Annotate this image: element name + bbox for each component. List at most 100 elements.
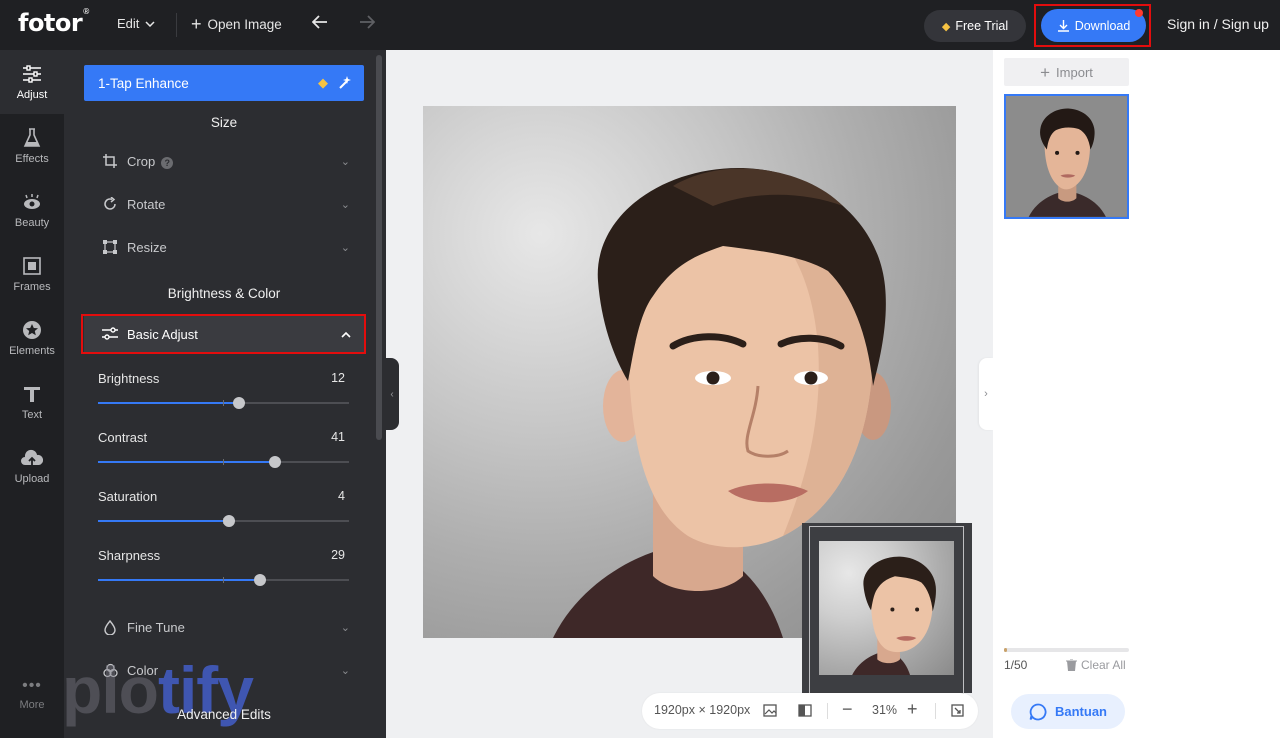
rail-item-elements[interactable]: Elements bbox=[0, 306, 64, 370]
slider-track[interactable] bbox=[98, 515, 349, 527]
slider-value: 4 bbox=[338, 489, 345, 503]
redo-button[interactable] bbox=[359, 13, 376, 33]
import-label: Import bbox=[1056, 64, 1093, 80]
diamond-icon: ◆ bbox=[941, 20, 951, 33]
storage-progress-bar bbox=[1004, 648, 1129, 652]
open-image-button[interactable]: + Open Image bbox=[191, 15, 282, 33]
trash-icon bbox=[1066, 659, 1077, 671]
slider-label: Saturation bbox=[98, 489, 158, 504]
fine-tune-label: Fine Tune bbox=[127, 619, 185, 635]
help-chat-label: Bantuan bbox=[1055, 704, 1107, 719]
free-trial-button[interactable]: ◆ Free Trial bbox=[924, 10, 1026, 42]
image-thumbnail-selected[interactable] bbox=[1004, 94, 1129, 219]
tool-rail: Adjust Effects Beauty Frames Elements Te… bbox=[0, 50, 64, 738]
rail-label: Adjust bbox=[16, 89, 48, 101]
slider-label: Brightness bbox=[98, 371, 160, 386]
chevron-down-icon: ⌄ bbox=[340, 621, 350, 634]
rotate-row[interactable]: Rotate ⌄ bbox=[84, 186, 364, 222]
slider-track[interactable] bbox=[98, 456, 349, 468]
divider bbox=[827, 703, 828, 719]
storage-progress-fill bbox=[1004, 648, 1007, 652]
rail-label: More bbox=[19, 699, 45, 711]
chevron-down-icon: ⌄ bbox=[340, 198, 350, 211]
rail-item-effects[interactable]: Effects bbox=[0, 114, 64, 178]
size-section-title: Size bbox=[210, 115, 238, 130]
rail-item-text[interactable]: Text bbox=[0, 370, 64, 434]
edit-menu-label: Edit bbox=[117, 16, 140, 31]
plus-icon: + bbox=[191, 14, 202, 34]
clear-all-label: Clear All bbox=[1081, 658, 1126, 672]
compare-icon[interactable] bbox=[798, 704, 812, 720]
slider-thumb[interactable] bbox=[232, 397, 245, 409]
zoom-level: 31% bbox=[872, 703, 898, 717]
zoom-in-button[interactable]: + bbox=[907, 699, 918, 720]
image-icon[interactable] bbox=[763, 704, 777, 720]
help-icon[interactable]: ? bbox=[161, 156, 174, 169]
download-icon bbox=[1057, 20, 1069, 32]
clear-all-button[interactable]: Clear All bbox=[1066, 658, 1126, 672]
slider-thumb[interactable] bbox=[253, 574, 266, 586]
expand-right-panel-button[interactable]: › bbox=[979, 358, 993, 430]
sliders-icon bbox=[21, 63, 43, 85]
collapse-panel-button[interactable]: ‹ bbox=[385, 358, 399, 430]
import-button[interactable]: + Import bbox=[1004, 58, 1129, 86]
rail-label: Beauty bbox=[14, 217, 50, 229]
fine-tune-row[interactable]: Fine Tune ⌄ bbox=[84, 609, 364, 645]
download-label: Download bbox=[1074, 18, 1131, 33]
frame-icon bbox=[21, 255, 43, 277]
flask-icon bbox=[21, 127, 43, 149]
undo-button[interactable] bbox=[311, 13, 328, 33]
arrow-left-icon bbox=[311, 15, 327, 29]
rail-item-upload[interactable]: Upload bbox=[0, 434, 64, 498]
slider-center-tick bbox=[223, 459, 224, 465]
droplet-icon bbox=[102, 619, 118, 635]
magic-wand-icon bbox=[338, 75, 352, 92]
fotor-logo[interactable]: fotor® bbox=[18, 7, 90, 37]
slider-track[interactable] bbox=[98, 574, 349, 586]
eye-icon bbox=[21, 191, 43, 213]
resize-row[interactable]: Resize ⌄ bbox=[84, 229, 364, 265]
slider-fill bbox=[98, 402, 239, 404]
sign-in-link[interactable]: Sign in / Sign up bbox=[1167, 16, 1269, 32]
chevron-right-icon: › bbox=[984, 388, 988, 400]
star-circle-icon bbox=[21, 319, 43, 341]
navigator-viewport-frame[interactable] bbox=[809, 526, 964, 694]
rail-item-more[interactable]: ••• More bbox=[0, 677, 64, 711]
registered-mark: ® bbox=[82, 7, 90, 16]
divider bbox=[935, 703, 936, 719]
panel-scrollbar[interactable] bbox=[376, 55, 382, 440]
chevron-down-icon: ⌄ bbox=[340, 664, 350, 677]
crop-row[interactable]: Crop? ⌄ bbox=[84, 143, 364, 179]
slider-fill bbox=[98, 461, 275, 463]
one-tap-enhance-button[interactable]: 1-Tap Enhance ◆ bbox=[84, 65, 364, 101]
zoom-out-button[interactable]: − bbox=[842, 699, 853, 720]
rail-item-adjust[interactable]: Adjust bbox=[0, 50, 64, 114]
help-chat-button[interactable]: Bantuan bbox=[1011, 694, 1125, 729]
resize-icon bbox=[102, 239, 118, 255]
slider-thumb[interactable] bbox=[222, 515, 235, 527]
navigator-toggle-icon[interactable] bbox=[951, 704, 964, 720]
slider-value: 12 bbox=[331, 371, 345, 385]
rail-label: Upload bbox=[14, 473, 50, 485]
resize-label: Resize bbox=[127, 239, 167, 255]
advanced-edits-section-title: Advanced Edits bbox=[177, 707, 271, 722]
slider-value: 41 bbox=[331, 430, 345, 444]
more-dots-icon: ••• bbox=[22, 677, 42, 694]
text-t-icon bbox=[21, 383, 43, 405]
slider-label: Sharpness bbox=[98, 548, 161, 563]
slider-fill bbox=[98, 520, 229, 522]
slider-value: 29 bbox=[331, 548, 345, 562]
rotate-icon bbox=[102, 196, 118, 212]
slider-fill bbox=[98, 579, 260, 581]
edit-menu[interactable]: Edit bbox=[117, 16, 155, 31]
rail-item-beauty[interactable]: Beauty bbox=[0, 178, 64, 242]
rail-item-frames[interactable]: Frames bbox=[0, 242, 64, 306]
download-button[interactable]: Download bbox=[1041, 9, 1146, 42]
slider-track[interactable] bbox=[98, 397, 349, 409]
slider-thumb[interactable] bbox=[268, 456, 281, 468]
slider-center-tick bbox=[223, 577, 224, 583]
notification-dot bbox=[1135, 9, 1143, 17]
rail-label: Frames bbox=[13, 281, 51, 293]
enhance-label: 1-Tap Enhance bbox=[98, 75, 189, 91]
slider-center-tick bbox=[223, 400, 224, 406]
